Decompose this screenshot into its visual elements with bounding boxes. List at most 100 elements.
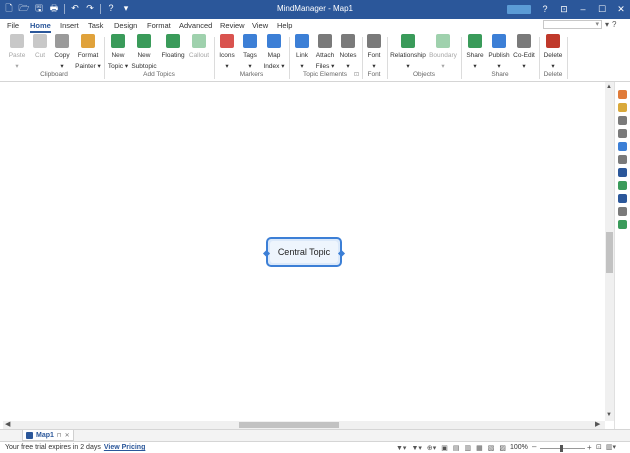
scroll-right-icon[interactable]: ▶ xyxy=(595,420,600,428)
publish-button[interactable]: Publish ▾ xyxy=(488,34,510,70)
scroll-up-icon[interactable]: ▲ xyxy=(606,84,612,90)
ribbon: Paste ▾ Cut Copy ▾ Format Painter ▾ Clip… xyxy=(0,33,630,82)
format-painter-button[interactable]: Format Painter ▾ xyxy=(74,34,102,70)
layout-icon[interactable]: ▥▾ xyxy=(606,443,616,451)
view-pricing-link[interactable]: View Pricing xyxy=(104,444,146,451)
fit-map-icon[interactable]: ⊡ xyxy=(596,443,602,451)
group-separator xyxy=(104,37,105,79)
view-mode-icon[interactable]: ▧ xyxy=(488,444,495,452)
group-markers: Markers xyxy=(239,71,264,78)
library-icon[interactable] xyxy=(618,181,627,190)
callout-button[interactable]: Callout xyxy=(187,34,211,59)
zoom-level: 100% xyxy=(510,444,528,451)
search-dropdown-icon[interactable]: ▾ xyxy=(595,20,599,28)
ribbon-top-right: ▾ ? xyxy=(605,20,616,29)
scroll-down-icon[interactable]: ▼ xyxy=(606,412,612,418)
new-topic-button[interactable]: New Topic ▾ xyxy=(107,34,129,70)
link-button[interactable]: Link ▾ xyxy=(292,34,312,70)
expand-icon[interactable]: ⊕▾ xyxy=(427,444,436,452)
account-avatar[interactable] xyxy=(507,4,531,14)
resources-icon[interactable] xyxy=(618,116,627,125)
central-topic[interactable]: Central Topic xyxy=(262,237,346,267)
minimize-icon[interactable]: – xyxy=(578,2,588,16)
group-add-topics: Add Topics xyxy=(143,71,175,78)
paste-icon xyxy=(10,34,24,48)
notes-button[interactable]: Notes ▾ xyxy=(338,34,358,70)
status-end-icons: ⊡ ▥▾ xyxy=(596,443,616,451)
tab-design[interactable]: Design xyxy=(114,21,137,30)
outline-icon[interactable] xyxy=(618,129,627,138)
outlook-icon[interactable] xyxy=(618,194,627,203)
view-mode-icon[interactable]: ▣ xyxy=(441,444,448,452)
tab-advanced[interactable]: Advanced xyxy=(179,21,212,30)
ribbon-tabs: File Home Insert Task Design Format Adva… xyxy=(0,19,630,33)
horizontal-scroll-thumb[interactable] xyxy=(239,422,339,428)
zoom-slider-knob[interactable] xyxy=(560,445,563,452)
callout-icon xyxy=(192,34,206,48)
share-button[interactable]: Share ▾ xyxy=(464,34,486,70)
new-subtopic-button[interactable]: New Subtopic xyxy=(131,34,157,70)
topic-elements-launcher-icon[interactable]: ⊡ xyxy=(354,71,359,78)
status-tools: ▼▾ ▼▾ ⊕▾ ▣ ▤ ▥ ▦ ▧ ▨ xyxy=(396,444,506,452)
floating-topic-button[interactable]: Floating xyxy=(160,34,186,59)
vertical-scroll-thumb[interactable] xyxy=(606,232,613,273)
browser-icon[interactable] xyxy=(618,207,627,216)
vertical-scrollbar[interactable]: ▲ ▼ xyxy=(605,82,614,421)
tab-view[interactable]: View xyxy=(252,21,268,30)
tab-format[interactable]: Format xyxy=(147,21,171,30)
font-button[interactable]: Font ▾ xyxy=(364,34,384,70)
filter-topics-icon[interactable]: ▼▾ xyxy=(411,444,421,452)
view-mode-icon[interactable]: ▥ xyxy=(465,444,472,452)
tab-task[interactable]: Task xyxy=(88,21,103,30)
calendar-icon[interactable] xyxy=(618,103,627,112)
group-separator xyxy=(362,37,363,79)
view-mode-icon[interactable]: ▨ xyxy=(499,444,506,452)
group-separator xyxy=(567,37,568,79)
view-mode-icon[interactable]: ▤ xyxy=(453,444,460,452)
tab-insert[interactable]: Insert xyxy=(60,21,79,30)
delete-button[interactable]: Delete ▾ xyxy=(542,34,564,70)
trial-notice: Your free trial expires in 2 days View Pr… xyxy=(5,444,146,451)
co-edit-icon xyxy=(517,34,531,48)
excel-icon[interactable] xyxy=(618,220,627,229)
paste-button[interactable]: Paste ▾ xyxy=(6,34,28,70)
search-icon[interactable] xyxy=(618,155,627,164)
task-pane-icon[interactable] xyxy=(618,90,627,99)
maximize-icon[interactable]: ☐ xyxy=(597,2,607,16)
co-edit-button[interactable]: Co-Edit ▾ xyxy=(512,34,536,70)
boundary-button[interactable]: Boundary ▾ xyxy=(428,34,458,70)
tab-review[interactable]: Review xyxy=(220,21,245,30)
attach-files-button[interactable]: Attach Files ▾ xyxy=(314,34,336,70)
map-index-button[interactable]: Map Index ▾ xyxy=(262,34,286,70)
map-document-icon xyxy=(26,431,33,439)
layout-dropdown-icon[interactable]: ▾ xyxy=(605,20,609,29)
filter-icon[interactable]: ▼▾ xyxy=(396,444,406,452)
horizontal-scrollbar[interactable]: ◀ ▶ xyxy=(3,421,605,429)
tags-button[interactable]: Tags ▾ xyxy=(240,34,260,70)
view-mode-icon[interactable]: ▦ xyxy=(476,444,483,452)
close-icon[interactable]: ✕ xyxy=(616,2,626,16)
search-input[interactable]: ▾ xyxy=(543,20,602,29)
relationship-button[interactable]: Relationship ▾ xyxy=(390,34,426,70)
pin-icon[interactable]: ⊓ xyxy=(57,432,62,439)
close-tab-icon[interactable]: ✕ xyxy=(65,432,70,439)
zoom-out-icon[interactable]: – xyxy=(532,442,536,451)
help-icon[interactable]: ? xyxy=(540,2,550,16)
tab-help[interactable]: Help xyxy=(277,21,292,30)
copy-button[interactable]: Copy ▾ xyxy=(51,34,73,70)
group-separator xyxy=(387,37,388,79)
map-parts-icon[interactable] xyxy=(618,168,627,177)
document-tab-map1[interactable]: Map1 ⊓ ✕ xyxy=(22,430,74,441)
ribbon-display-icon[interactable]: ⊡ xyxy=(559,2,569,16)
status-bar: Your free trial expires in 2 days View Pr… xyxy=(0,441,630,453)
notes-pane-icon[interactable] xyxy=(618,142,627,151)
map-index-icon xyxy=(267,34,281,48)
icons-button[interactable]: Icons ▾ xyxy=(217,34,237,70)
new-topic-icon xyxy=(111,34,125,48)
zoom-in-icon[interactable]: + xyxy=(587,443,592,452)
help-icon[interactable]: ? xyxy=(612,20,616,29)
scroll-left-icon[interactable]: ◀ xyxy=(5,420,10,428)
cut-button[interactable]: Cut xyxy=(30,34,50,59)
tab-home[interactable]: Home xyxy=(30,21,51,33)
tab-file[interactable]: File xyxy=(7,21,19,30)
